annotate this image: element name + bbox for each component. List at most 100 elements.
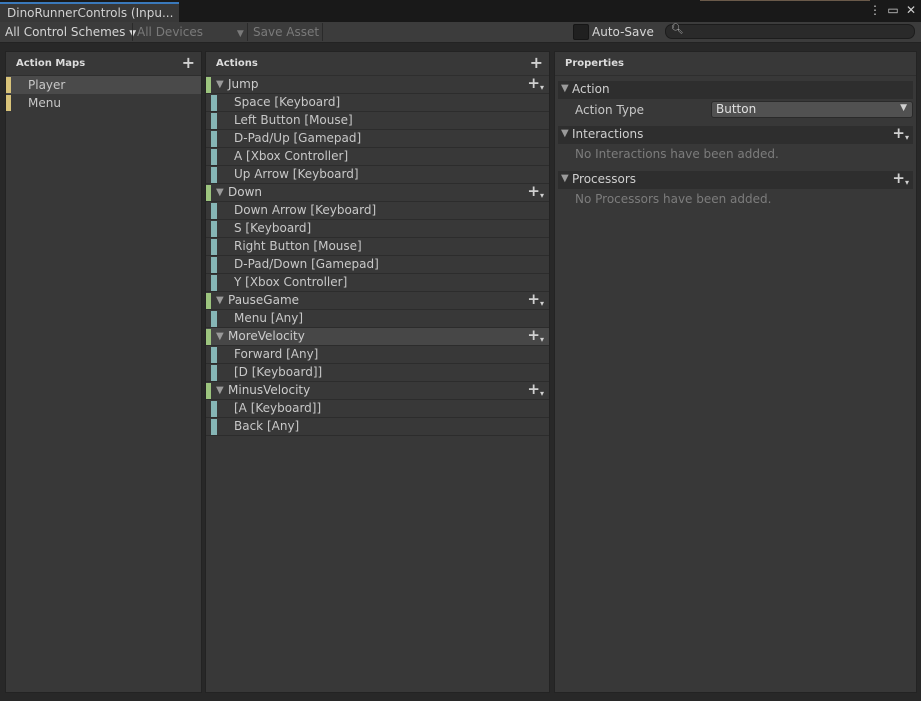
interactions-section-header[interactable]: ▼ Interactions +▾ bbox=[558, 124, 913, 144]
binding-label: Forward [Any] bbox=[234, 347, 319, 361]
control-schemes-label: All Control Schemes bbox=[5, 25, 126, 39]
binding-color-bar bbox=[211, 365, 217, 381]
binding-label: Left Button [Mouse] bbox=[234, 113, 353, 127]
add-binding-button[interactable]: +▾ bbox=[527, 290, 544, 308]
action-label: Jump bbox=[228, 77, 259, 91]
action-item[interactable]: ▼ Jump +▾ bbox=[206, 74, 549, 94]
control-schemes-dropdown[interactable]: All Control Schemes ▼ bbox=[5, 25, 136, 39]
add-binding-button[interactable]: +▾ bbox=[527, 380, 544, 398]
binding-label: Space [Keyboard] bbox=[234, 95, 341, 109]
action-section-header[interactable]: ▼ Action bbox=[558, 81, 913, 99]
window-tab-title: DinoRunnerControls (Inpu... bbox=[7, 6, 174, 20]
add-action-map-button[interactable]: + bbox=[182, 53, 195, 72]
auto-save-checkbox[interactable] bbox=[573, 24, 589, 40]
binding-item[interactable]: Right Button [Mouse] bbox=[206, 238, 549, 256]
binding-item[interactable]: D-Pad/Up [Gamepad] bbox=[206, 130, 549, 148]
action-type-value: Button bbox=[716, 102, 757, 116]
binding-label: Up Arrow [Keyboard] bbox=[234, 167, 359, 181]
foldout-open-icon: ▼ bbox=[561, 128, 569, 139]
add-action-button[interactable]: + bbox=[530, 53, 543, 72]
action-maps-list: Player Menu bbox=[6, 76, 201, 112]
foldout-open-icon: ▼ bbox=[561, 173, 569, 184]
binding-label: [A [Keyboard]] bbox=[234, 401, 322, 415]
add-binding-button[interactable]: +▾ bbox=[527, 74, 544, 92]
binding-item[interactable]: Y [Xbox Controller] bbox=[206, 274, 549, 292]
binding-item[interactable]: [A [Keyboard]] bbox=[206, 400, 549, 418]
binding-color-bar bbox=[211, 167, 217, 183]
action-item[interactable]: ▼ MinusVelocity +▾ bbox=[206, 380, 549, 400]
properties-header: Properties bbox=[555, 52, 916, 76]
binding-color-bar bbox=[211, 221, 217, 237]
devices-dropdown[interactable]: All Devices ▼ bbox=[137, 25, 244, 39]
action-item[interactable]: ▼ MoreVelocity +▾ bbox=[206, 326, 549, 346]
binding-color-bar bbox=[211, 131, 217, 147]
binding-item[interactable]: [D [Keyboard]] bbox=[206, 364, 549, 382]
processors-section-header[interactable]: ▼ Processors +▾ bbox=[558, 169, 913, 189]
window-tab-bar: DinoRunnerControls (Inpu... ⋮ ▭ ✕ bbox=[0, 0, 921, 22]
window-tab[interactable]: DinoRunnerControls (Inpu... bbox=[0, 2, 179, 22]
binding-item[interactable]: Menu [Any] bbox=[206, 310, 549, 328]
binding-item[interactable]: S [Keyboard] bbox=[206, 220, 549, 238]
maximize-icon[interactable]: ▭ bbox=[887, 3, 899, 17]
action-map-color-bar bbox=[6, 77, 11, 93]
foldout-open-icon[interactable]: ▼ bbox=[216, 295, 224, 306]
binding-item[interactable]: Forward [Any] bbox=[206, 346, 549, 364]
foldout-open-icon[interactable]: ▼ bbox=[216, 385, 224, 396]
binding-color-bar bbox=[211, 203, 217, 219]
binding-color-bar bbox=[211, 275, 217, 291]
save-asset-button[interactable]: Save Asset bbox=[253, 25, 319, 39]
properties-panel: Properties ▼ Action Action Type Button ▼… bbox=[554, 51, 917, 693]
binding-label: D-Pad/Up [Gamepad] bbox=[234, 131, 362, 145]
search-input[interactable]: 🔍︎ bbox=[665, 24, 915, 39]
action-color-bar bbox=[206, 185, 211, 201]
binding-item[interactable]: Back [Any] bbox=[206, 418, 549, 436]
interactions-empty-text: No Interactions have been added. bbox=[575, 147, 779, 161]
action-map-item[interactable]: Menu bbox=[6, 94, 201, 112]
action-color-bar bbox=[206, 329, 211, 345]
action-type-dropdown[interactable]: Button ▼ bbox=[711, 101, 913, 118]
binding-item[interactable]: D-Pad/Down [Gamepad] bbox=[206, 256, 549, 274]
binding-item[interactable]: Space [Keyboard] bbox=[206, 94, 549, 112]
binding-color-bar bbox=[211, 149, 217, 165]
kebab-menu-icon[interactable]: ⋮ bbox=[869, 3, 881, 17]
processors-empty-message: No Processors have been added. bbox=[555, 189, 916, 211]
processors-section-label: Processors bbox=[572, 172, 637, 186]
toolbar-divider bbox=[132, 23, 133, 41]
binding-label: [D [Keyboard]] bbox=[234, 365, 323, 379]
interactions-section-label: Interactions bbox=[572, 127, 644, 141]
binding-color-bar bbox=[211, 113, 217, 129]
binding-label: Back [Any] bbox=[234, 419, 300, 433]
chevron-down-icon: ▼ bbox=[236, 29, 244, 39]
add-binding-button[interactable]: +▾ bbox=[527, 182, 544, 200]
action-map-label: Player bbox=[28, 78, 66, 92]
action-map-color-bar bbox=[6, 95, 11, 111]
action-item[interactable]: ▼ Down +▾ bbox=[206, 182, 549, 202]
action-type-label: Action Type bbox=[575, 103, 644, 117]
add-processor-button[interactable]: +▾ bbox=[892, 169, 909, 187]
foldout-open-icon: ▼ bbox=[561, 83, 569, 94]
binding-label: A [Xbox Controller] bbox=[234, 149, 349, 163]
binding-item[interactable]: Left Button [Mouse] bbox=[206, 112, 549, 130]
binding-label: S [Keyboard] bbox=[234, 221, 312, 235]
binding-label: Y [Xbox Controller] bbox=[234, 275, 348, 289]
binding-color-bar bbox=[211, 257, 217, 273]
chevron-down-icon: ▼ bbox=[900, 103, 907, 113]
foldout-open-icon[interactable]: ▼ bbox=[216, 79, 224, 90]
action-map-label: Menu bbox=[28, 96, 61, 110]
action-maps-title: Action Maps bbox=[16, 58, 86, 69]
binding-color-bar bbox=[211, 311, 217, 327]
action-item[interactable]: ▼ PauseGame +▾ bbox=[206, 290, 549, 310]
binding-color-bar bbox=[211, 95, 217, 111]
binding-item[interactable]: Up Arrow [Keyboard] bbox=[206, 166, 549, 184]
add-interaction-button[interactable]: +▾ bbox=[892, 124, 909, 142]
action-section-label: Action bbox=[572, 82, 610, 96]
actions-panel: Actions + ▼ Jump +▾ Space [Keyboard] Left Bu… bbox=[205, 51, 550, 693]
binding-item[interactable]: Down Arrow [Keyboard] bbox=[206, 202, 549, 220]
action-map-item[interactable]: Player bbox=[6, 76, 201, 94]
close-icon[interactable]: ✕ bbox=[905, 3, 917, 17]
foldout-open-icon[interactable]: ▼ bbox=[216, 187, 224, 198]
add-binding-button[interactable]: +▾ bbox=[527, 326, 544, 344]
binding-item[interactable]: A [Xbox Controller] bbox=[206, 148, 549, 166]
foldout-open-icon[interactable]: ▼ bbox=[216, 331, 224, 342]
toolbar-divider bbox=[322, 23, 323, 41]
